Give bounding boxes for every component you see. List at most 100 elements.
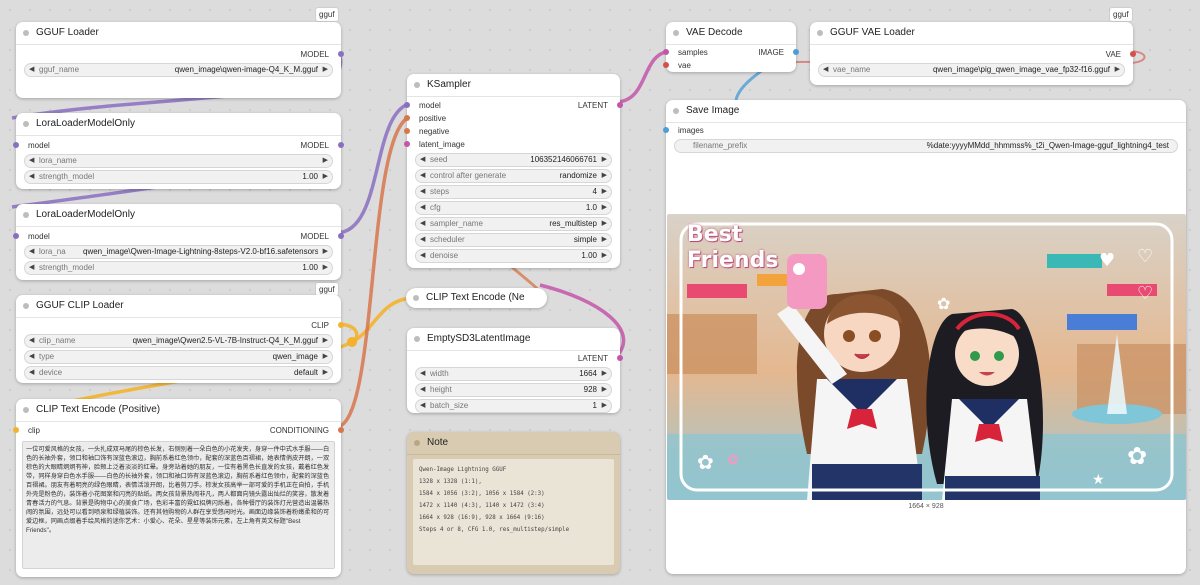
arrow-right-icon[interactable]: ▶ (323, 335, 328, 347)
arrow-left-icon[interactable]: ◀ (823, 64, 828, 76)
collapse-dot-icon[interactable] (23, 407, 29, 413)
images-input-port[interactable] (663, 127, 669, 133)
node-title[interactable]: Note (407, 432, 620, 455)
gguf-vae-loader-node[interactable]: GGUF VAE Loader VAE ◀ vae_name qwen_imag… (810, 22, 1136, 85)
arrow-left-icon[interactable]: ◀ (420, 368, 425, 380)
vae-output-port[interactable] (1130, 51, 1136, 57)
arrow-left-icon[interactable]: ◀ (420, 218, 425, 230)
control-after-generate-combo[interactable]: ◀ control after generate randomize ▶ (415, 169, 612, 183)
filename-prefix-text[interactable]: filename_prefix %date:yyyyMMdd_hhmmss%_t… (674, 139, 1178, 153)
gguf-name-combo[interactable]: ◀ gguf_name qwen_image\qwen-image-Q4_K_M… (24, 63, 333, 77)
arrow-right-icon[interactable]: ▶ (323, 155, 328, 167)
vae-decode-node[interactable]: VAE Decode samples IMAGE vae (663, 22, 799, 72)
clip-text-encode-positive-node[interactable]: CLIP Text Encode (Positive) clip CONDITI… (13, 399, 344, 577)
prompt-textarea[interactable]: 一位可爱风格的女孩，一头扎成双马尾的棕色长发，右侧别着一朵白色的小花发夹，身穿一… (22, 441, 335, 569)
arrow-left-icon[interactable]: ◀ (29, 246, 34, 258)
collapse-dot-icon[interactable] (23, 30, 29, 36)
model-output-port[interactable] (338, 233, 344, 239)
lora-loader-node-2[interactable]: LoraLoaderModelOnly model MODEL ◀ lora_n… (13, 204, 344, 280)
scheduler-combo[interactable]: ◀ scheduler simple ▶ (415, 233, 612, 247)
image-output-port[interactable] (793, 49, 799, 55)
negative-input-port[interactable] (404, 128, 410, 134)
arrow-left-icon[interactable]: ◀ (29, 351, 34, 363)
vae-name-combo[interactable]: ◀ vae_name qwen_image\pig_qwen_image_vae… (818, 63, 1125, 77)
latent-output-port[interactable] (617, 355, 623, 361)
note-textarea[interactable]: Qwen-Image Lightning GGUF 1328 x 1328 (1… (413, 459, 614, 565)
model-output-port[interactable] (338, 51, 344, 57)
arrow-right-icon[interactable]: ▶ (602, 400, 607, 412)
model-input-port[interactable] (13, 233, 19, 239)
model-input-port[interactable] (404, 102, 410, 108)
node-title[interactable]: LoraLoaderModelOnly (16, 113, 341, 136)
arrow-right-icon[interactable]: ▶ (323, 171, 328, 183)
width-number[interactable]: ◀ width 1664 ▶ (415, 367, 612, 381)
cfg-number[interactable]: ◀ cfg 1.0 ▶ (415, 201, 612, 215)
strength-model-number[interactable]: ◀ strength_model 1.00 ▶ (24, 170, 333, 184)
collapse-dot-icon[interactable] (673, 108, 679, 114)
arrow-right-icon[interactable]: ▶ (602, 218, 607, 230)
arrow-left-icon[interactable]: ◀ (420, 186, 425, 198)
arrow-right-icon[interactable]: ▶ (323, 64, 328, 76)
collapse-dot-icon[interactable] (413, 295, 419, 301)
device-combo[interactable]: ◀ device default ▶ (24, 366, 333, 380)
node-title[interactable]: Save Image (666, 100, 1186, 123)
clip-name-combo[interactable]: ◀ clip_name qwen_image\Qwen2.5-VL-7B-Ins… (24, 334, 333, 348)
arrow-right-icon[interactable]: ▶ (323, 246, 328, 258)
arrow-left-icon[interactable]: ◀ (420, 202, 425, 214)
gguf-loader-node[interactable]: GGUF Loader MODEL ◀ gguf_name qwen_image… (16, 22, 344, 98)
arrow-right-icon[interactable]: ▶ (602, 170, 607, 182)
node-title[interactable]: GGUF VAE Loader (810, 22, 1133, 45)
arrow-left-icon[interactable]: ◀ (420, 154, 425, 166)
gguf-clip-loader-node[interactable]: GGUF CLIP Loader CLIP ◀ clip_name qwen_i… (16, 295, 344, 383)
node-title[interactable]: EmptySD3LatentImage (407, 328, 620, 351)
node-title[interactable]: GGUF CLIP Loader (16, 295, 341, 318)
collapse-dot-icon[interactable] (414, 440, 420, 446)
collapse-dot-icon[interactable] (673, 30, 679, 36)
wire-reroute-dot[interactable] (347, 337, 357, 347)
collapse-dot-icon[interactable] (23, 121, 29, 127)
generated-image-preview[interactable]: ♡ ♡ ♥ ✿ ✿ ✿ ★ ✿ Best Friends (667, 214, 1186, 500)
arrow-right-icon[interactable]: ▶ (1115, 64, 1120, 76)
latent-image-input-port[interactable] (404, 141, 410, 147)
arrow-right-icon[interactable]: ▶ (602, 202, 607, 214)
node-title[interactable]: LoraLoaderModelOnly (16, 204, 341, 227)
model-output-port[interactable] (338, 142, 344, 148)
arrow-left-icon[interactable]: ◀ (420, 400, 425, 412)
sampler-name-combo[interactable]: ◀ sampler_name res_multistep ▶ (415, 217, 612, 231)
collapse-dot-icon[interactable] (414, 336, 420, 342)
type-combo[interactable]: ◀ type qwen_image ▶ (24, 350, 333, 364)
steps-number[interactable]: ◀ steps 4 ▶ (415, 185, 612, 199)
arrow-left-icon[interactable]: ◀ (420, 384, 425, 396)
seed-number[interactable]: ◀ seed 106352146066761 ▶ (415, 153, 612, 167)
node-title[interactable]: KSampler (407, 74, 620, 97)
node-title[interactable]: CLIP Text Encode (Positive) (16, 399, 341, 422)
arrow-right-icon[interactable]: ▶ (602, 154, 607, 166)
collapse-dot-icon[interactable] (23, 212, 29, 218)
arrow-left-icon[interactable]: ◀ (29, 64, 34, 76)
arrow-left-icon[interactable]: ◀ (420, 250, 425, 262)
arrow-right-icon[interactable]: ▶ (602, 384, 607, 396)
arrow-right-icon[interactable]: ▶ (323, 351, 328, 363)
arrow-right-icon[interactable]: ▶ (602, 368, 607, 380)
collapse-dot-icon[interactable] (23, 303, 29, 309)
arrow-left-icon[interactable]: ◀ (420, 170, 425, 182)
node-title[interactable]: VAE Decode (666, 22, 796, 45)
conditioning-output-port[interactable] (338, 427, 344, 433)
denoise-number[interactable]: ◀ denoise 1.00 ▶ (415, 249, 612, 263)
clip-text-encode-negative-node[interactable]: CLIP Text Encode (Ne (406, 288, 547, 308)
latent-output-port[interactable] (617, 102, 623, 108)
ksampler-node[interactable]: KSampler model LATENT positive negative … (404, 74, 623, 268)
arrow-right-icon[interactable]: ▶ (602, 250, 607, 262)
collapse-dot-icon[interactable] (414, 82, 420, 88)
lora-name-combo[interactable]: ◀ lora_na qwen_image\Qwen-Image-Lightnin… (24, 245, 333, 259)
batch-size-number[interactable]: ◀ batch_size 1 ▶ (415, 399, 612, 413)
model-input-port[interactable] (13, 142, 19, 148)
arrow-left-icon[interactable]: ◀ (29, 171, 34, 183)
node-title[interactable]: GGUF Loader (16, 22, 341, 45)
height-number[interactable]: ◀ height 928 ▶ (415, 383, 612, 397)
lora-name-combo[interactable]: ◀ lora_name ▶ (24, 154, 333, 168)
arrow-right-icon[interactable]: ▶ (323, 262, 328, 274)
arrow-left-icon[interactable]: ◀ (29, 155, 34, 167)
arrow-left-icon[interactable]: ◀ (29, 262, 34, 274)
note-node[interactable]: Note Qwen-Image Lightning GGUF 1328 x 13… (407, 432, 620, 574)
